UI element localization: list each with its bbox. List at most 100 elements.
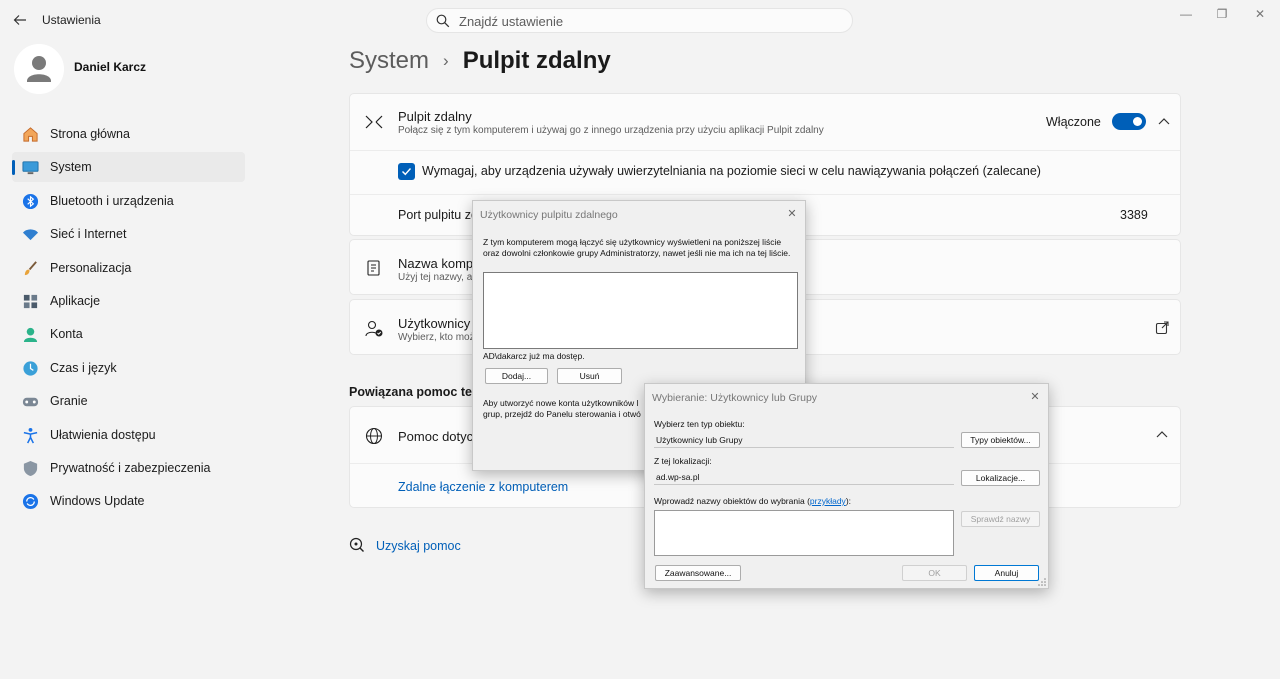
remote-desktop-title: Pulpit zdalny bbox=[398, 109, 472, 124]
sidebar-item-accessibility[interactable]: Ułatwienia dostępu bbox=[12, 420, 245, 450]
page-title: Pulpit zdalny bbox=[462, 47, 611, 74]
ok-button[interactable]: OK bbox=[902, 565, 967, 581]
names-label: Wprowadź nazwy obiektów do wybrania (prz… bbox=[654, 496, 851, 506]
footer-line-2: grup, przejdź do Panelu sterowania i otw… bbox=[483, 409, 641, 419]
maximize-button[interactable]: ❐ bbox=[1206, 4, 1238, 24]
chevron-up-icon[interactable] bbox=[1154, 427, 1170, 443]
wifi-icon bbox=[22, 229, 39, 241]
advanced-button[interactable]: Zaawansowane... bbox=[655, 565, 741, 581]
check-names-button[interactable]: Sprawdź nazwy bbox=[961, 511, 1040, 527]
dialog-description: Z tym komputerem mogą łączyć się użytkow… bbox=[483, 237, 791, 258]
sidebar-item-label: Bluetooth i urządzenia bbox=[50, 193, 174, 208]
sidebar-item-label: Granie bbox=[50, 394, 88, 409]
home-icon bbox=[23, 127, 38, 142]
brush-icon bbox=[24, 260, 37, 275]
remote-desktop-subtitle: Połącz się z tym komputerem i używaj go … bbox=[398, 125, 824, 136]
access-note: AD\dakarcz już ma dostęp. bbox=[483, 351, 585, 361]
open-external-icon[interactable] bbox=[1154, 320, 1170, 336]
users-subtitle: Wybierz, kto moż bbox=[398, 332, 475, 343]
remote-desktop-icon bbox=[365, 115, 383, 129]
sidebar-item-label: Konta bbox=[50, 327, 83, 342]
remote-desktop-toggle[interactable] bbox=[1112, 113, 1146, 130]
sidebar-item-label: Windows Update bbox=[50, 494, 145, 509]
users-icon bbox=[365, 320, 383, 337]
get-help-link[interactable]: Uzyskaj pomoc bbox=[376, 539, 461, 553]
pc-name-icon bbox=[367, 260, 380, 276]
chevron-up-icon[interactable] bbox=[1156, 114, 1172, 130]
divider bbox=[350, 194, 1180, 195]
divider bbox=[350, 150, 1180, 151]
users-list[interactable] bbox=[483, 272, 798, 349]
sidebar-item-bluetooth[interactable]: Bluetooth i urządzenia bbox=[12, 186, 245, 216]
app-title: Ustawienia bbox=[42, 13, 101, 27]
search-box[interactable] bbox=[426, 8, 853, 33]
sidebar-item-label: Prywatność i zabezpieczenia bbox=[50, 460, 211, 475]
location-label: Z tej lokalizacji: bbox=[654, 456, 712, 466]
pc-name-subtitle: Użyj tej nazwy, a bbox=[398, 272, 473, 283]
dialog-title: Użytkownicy pulpitu zdalnego bbox=[480, 209, 618, 221]
sidebar-item-time-language[interactable]: Czas i język bbox=[12, 353, 245, 383]
title-bar: Ustawienia — ❐ ✕ bbox=[0, 0, 1280, 40]
account-icon bbox=[23, 328, 38, 343]
cancel-button[interactable]: Anuluj bbox=[974, 565, 1039, 581]
user-profile[interactable]: Daniel Karcz bbox=[14, 44, 254, 100]
resize-grip-icon[interactable] bbox=[1038, 578, 1046, 586]
sidebar-item-label: Czas i język bbox=[50, 360, 117, 375]
sidebar-item-label: Sieć i Internet bbox=[50, 227, 127, 242]
globe-icon bbox=[365, 427, 383, 445]
accessibility-icon bbox=[23, 427, 38, 443]
breadcrumb-parent[interactable]: System bbox=[349, 47, 429, 75]
globe-clock-icon bbox=[23, 361, 38, 376]
back-arrow-icon[interactable] bbox=[10, 10, 30, 30]
examples-link[interactable]: przykłady bbox=[810, 496, 846, 506]
apps-icon bbox=[23, 294, 38, 309]
monitor-icon bbox=[22, 161, 39, 175]
object-names-input[interactable] bbox=[654, 510, 954, 556]
locations-button[interactable]: Lokalizacje... bbox=[961, 470, 1040, 486]
add-button[interactable]: Dodaj... bbox=[485, 368, 548, 384]
object-types-button[interactable]: Typy obiektów... bbox=[961, 432, 1040, 448]
nla-label: Wymagaj, aby urządzenia używały uwierzyt… bbox=[422, 164, 1041, 178]
sidebar-item-apps[interactable]: Aplikacje bbox=[12, 286, 245, 316]
users-title: Użytkownicy p bbox=[398, 316, 482, 331]
names-label-suffix: ): bbox=[845, 496, 852, 506]
object-type-field: Użytkownicy lub Grupy bbox=[654, 433, 954, 448]
sidebar-item-privacy[interactable]: Prywatność i zabezpieczenia bbox=[12, 453, 245, 483]
remote-connect-link[interactable]: Zdalne łączenie z komputerem bbox=[398, 480, 568, 494]
close-button[interactable]: ✕ bbox=[1244, 4, 1276, 24]
sidebar-item-windows-update[interactable]: Windows Update bbox=[12, 486, 245, 516]
sidebar-item-network[interactable]: Sieć i Internet bbox=[12, 219, 245, 249]
sidebar-item-system[interactable]: System bbox=[12, 152, 245, 183]
port-value: 3389 bbox=[1120, 208, 1148, 222]
remove-button[interactable]: Usuń bbox=[557, 368, 622, 384]
help-icon bbox=[349, 537, 364, 552]
shield-icon bbox=[23, 460, 38, 476]
sidebar-item-gaming[interactable]: Granie bbox=[12, 386, 245, 416]
select-users-dialog: Wybieranie: Użytkownicy lub Grupy ✕ Wybi… bbox=[644, 383, 1049, 589]
close-icon[interactable]: ✕ bbox=[785, 206, 799, 220]
sidebar-item-label: Strona główna bbox=[50, 127, 130, 141]
names-label-prefix: Wprowadź nazwy obiektów do wybrania ( bbox=[654, 496, 810, 506]
sidebar-item-label: Aplikacje bbox=[50, 293, 101, 308]
sidebar-item-label: System bbox=[50, 160, 92, 175]
location-field: ad.wp-sa.pl bbox=[654, 470, 954, 485]
sidebar-item-personalization[interactable]: Personalizacja bbox=[12, 253, 245, 283]
minimize-button[interactable]: — bbox=[1170, 4, 1202, 24]
sidebar-item-accounts[interactable]: Konta bbox=[12, 319, 245, 349]
search-input[interactable] bbox=[459, 12, 839, 30]
related-help-title: Powiązana pomoc techr bbox=[349, 385, 492, 399]
sidebar-item-home[interactable]: Strona główna bbox=[12, 119, 245, 149]
sidebar-item-label: Personalizacja bbox=[50, 260, 132, 275]
footer-line-1: Aby utworzyć nowe konta użytkowników l bbox=[483, 398, 639, 408]
breadcrumb: System › Pulpit zdalny bbox=[349, 47, 611, 75]
search-icon bbox=[436, 14, 450, 28]
bluetooth-icon bbox=[22, 193, 39, 209]
chevron-right-icon: › bbox=[443, 51, 449, 70]
avatar bbox=[14, 44, 64, 94]
profile-name: Daniel Karcz bbox=[74, 60, 147, 74]
close-icon[interactable]: ✕ bbox=[1028, 389, 1042, 403]
port-label: Port pulpitu zd bbox=[398, 208, 478, 222]
nla-checkbox[interactable] bbox=[398, 163, 415, 180]
object-type-label: Wybierz ten typ obiektu: bbox=[654, 419, 745, 429]
gamepad-icon bbox=[22, 397, 39, 407]
